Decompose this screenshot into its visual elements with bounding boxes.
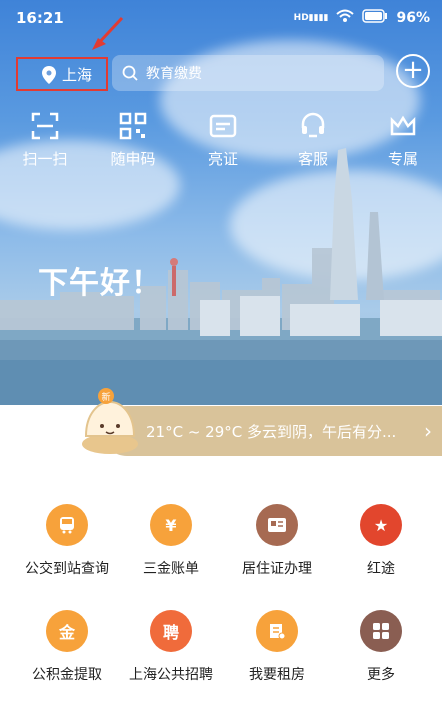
service-residence-permit[interactable]: 居住证办理 xyxy=(222,504,332,578)
chevron-right-icon: › xyxy=(424,419,432,443)
bus-icon xyxy=(46,504,88,546)
search-placeholder: 教育缴费 xyxy=(146,66,202,82)
status-bar: 16:21 HD▮▮▮▮ 96% xyxy=(16,9,430,27)
service-bus-arrival[interactable]: 公交到站查询 xyxy=(12,504,122,578)
quick-action-exclusive[interactable]: 专属 xyxy=(368,112,438,169)
location-city: 上海 xyxy=(62,65,93,84)
battery-level: 96 xyxy=(396,10,416,26)
weather-banner[interactable]: 21°C ~ 29°C 多云到阴，午后有分... › xyxy=(102,406,442,456)
qr-code-icon xyxy=(119,112,147,140)
service-salary-bill[interactable]: ¥ 三金账单 xyxy=(116,504,226,578)
service-fund-withdraw[interactable]: 金 公积金提取 xyxy=(12,610,122,684)
plus-icon: + xyxy=(402,55,424,85)
location-pin-icon xyxy=(42,66,56,84)
status-time: 16:21 xyxy=(16,9,64,27)
signal-icon: HD▮▮▮▮ xyxy=(293,13,329,23)
service-rent-house[interactable]: 我要租房 xyxy=(222,610,332,684)
wifi-icon xyxy=(336,9,355,27)
fund-bag-icon: 金 xyxy=(46,610,88,652)
search-bar[interactable]: 教育缴费 xyxy=(112,55,384,91)
service-more[interactable]: 更多 xyxy=(326,610,436,684)
rent-house-icon xyxy=(256,610,298,652)
quick-action-customer-service[interactable]: 客服 xyxy=(278,112,348,169)
money-house-icon: ¥ xyxy=(150,504,192,546)
quick-action-qr-code[interactable]: 随申码 xyxy=(98,112,168,169)
new-badge: 新 xyxy=(101,391,110,403)
red-star-icon: ★ xyxy=(360,504,402,546)
quick-action-scan[interactable]: 扫一扫 xyxy=(10,112,80,169)
crown-icon xyxy=(390,115,416,136)
scan-icon xyxy=(31,112,59,140)
top-bar: 上海 教育缴费 xyxy=(14,52,386,92)
search-icon xyxy=(122,65,138,81)
add-button[interactable]: + xyxy=(396,54,430,88)
greeting-text: 下午好！ xyxy=(38,266,162,301)
id-card-icon xyxy=(256,504,298,546)
service-red-route[interactable]: ★ 红途 xyxy=(326,504,436,578)
quick-action-card[interactable]: 亮证 xyxy=(188,112,258,169)
battery-icon xyxy=(362,9,388,27)
location-selector[interactable]: 上海 xyxy=(16,57,108,91)
more-grid-icon xyxy=(360,610,402,652)
dumpling-mascot-icon: 新 xyxy=(82,388,138,454)
annotation-arrow-icon xyxy=(92,16,124,50)
recruit-icon: 聘 xyxy=(150,610,192,652)
customer-service-icon xyxy=(301,112,325,138)
service-public-recruitment[interactable]: 聘 上海公共招聘 xyxy=(116,610,226,684)
weather-text: 21°C ~ 29°C 多云到阴，午后有分... xyxy=(146,422,397,441)
card-icon xyxy=(209,114,237,138)
